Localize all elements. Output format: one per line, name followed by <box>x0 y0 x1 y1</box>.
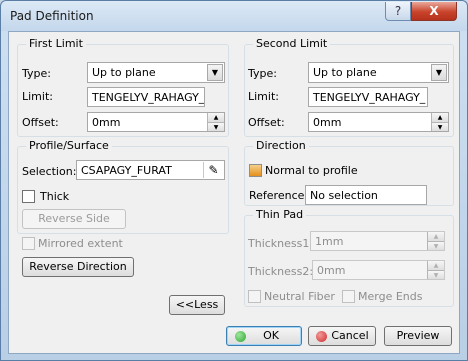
first-limit-field[interactable]: TENGELYV_RAHAGY_ <box>87 87 205 107</box>
thickness1-label: Thickness1 <box>248 237 310 250</box>
reverse-direction-button[interactable]: Reverse Direction <box>22 257 134 277</box>
cancel-label: Cancel <box>331 329 369 342</box>
chevron-down-icon[interactable]: ▼ <box>207 64 223 81</box>
thickness1-field[interactable]: 1mm ▲ ▼ <box>310 231 445 251</box>
direction-legend: Direction <box>253 139 309 152</box>
neutral-fiber-checkbox[interactable] <box>248 290 261 303</box>
cancel-icon <box>316 331 327 342</box>
second-limit-field[interactable]: TENGELYV_RAHAGY_ <box>308 87 428 107</box>
thick-label: Thick <box>40 190 70 203</box>
first-offset-field[interactable]: 0mm ▲ ▼ <box>87 112 225 132</box>
preview-button[interactable]: Preview <box>384 326 452 346</box>
reference-field[interactable]: No selection <box>305 185 427 205</box>
thickness2-spinner[interactable]: ▲ ▼ <box>427 261 444 279</box>
first-offset-label: Offset: <box>22 116 59 129</box>
selection-field[interactable]: CSAPAGY_FURAT ✎ <box>76 160 225 180</box>
thickness2-label: Thickness2: <box>248 265 314 278</box>
second-limit-legend: Second Limit <box>253 37 331 50</box>
less-button[interactable]: <<Less <box>169 295 225 315</box>
normal-to-profile-checkbox[interactable] <box>249 164 262 177</box>
dialog-body: First Limit Type: Up to plane ▼ Limit: T… <box>8 31 460 354</box>
mirrored-extent-label: Mirrored extent <box>38 237 123 250</box>
second-type-combo[interactable]: Up to plane ▼ <box>308 62 449 83</box>
ok-icon <box>235 331 246 342</box>
thin-pad-legend: Thin Pad <box>253 208 307 221</box>
thick-checkbox[interactable] <box>22 190 35 203</box>
neutral-fiber-label: Neutral Fiber <box>264 290 335 303</box>
cancel-button[interactable]: Cancel <box>308 326 376 346</box>
title-bar[interactable]: Pad Definition ? X <box>1 1 467 31</box>
chevron-down-icon[interactable]: ▼ <box>431 64 447 81</box>
profile-surface-legend: Profile/Surface <box>26 139 112 152</box>
ok-label: OK <box>263 329 279 342</box>
first-limit-label: Limit: <box>22 90 53 103</box>
pad-definition-window: Pad Definition ? X First Limit Type: Up … <box>0 0 468 361</box>
first-type-combo[interactable]: Up to plane ▼ <box>87 62 225 83</box>
close-button[interactable]: X <box>411 2 457 21</box>
ok-button[interactable]: OK <box>226 326 302 346</box>
second-limit-label: Limit: <box>248 90 279 103</box>
normal-to-profile-label: Normal to profile <box>265 164 358 177</box>
first-offset-value: 0mm <box>92 116 121 129</box>
first-type-value: Up to plane <box>92 66 156 79</box>
reference-value: No selection <box>310 189 378 202</box>
first-limit-value: TENGELYV_RAHAGY_ <box>92 91 205 104</box>
selection-value: CSAPAGY_FURAT <box>81 164 172 177</box>
sketch-edit-icon[interactable]: ✎ <box>203 162 223 178</box>
reverse-side-button[interactable]: Reverse Side <box>22 209 126 229</box>
first-limit-legend: First Limit <box>26 37 86 50</box>
merge-ends-checkbox[interactable] <box>342 290 355 303</box>
window-title: Pad Definition <box>10 9 94 23</box>
mirrored-extent-checkbox[interactable] <box>22 237 35 250</box>
reference-label: Reference: <box>249 189 309 202</box>
selection-label: Selection: <box>22 165 77 178</box>
merge-ends-label: Merge Ends <box>358 290 423 303</box>
second-type-value: Up to plane <box>313 66 377 79</box>
second-offset-field[interactable]: 0mm ▲ ▼ <box>308 112 449 132</box>
thickness2-value: 0mm <box>317 264 346 277</box>
help-button[interactable]: ? <box>385 2 411 21</box>
thickness1-value: 1mm <box>315 235 344 248</box>
first-offset-spinner[interactable]: ▲ ▼ <box>207 113 224 131</box>
second-limit-value: TENGELYV_RAHAGY_ <box>313 91 426 104</box>
first-type-label: Type: <box>22 67 51 80</box>
second-offset-value: 0mm <box>313 116 342 129</box>
second-offset-label: Offset: <box>248 116 285 129</box>
thickness2-field[interactable]: 0mm ▲ ▼ <box>312 260 445 280</box>
second-type-label: Type: <box>248 67 277 80</box>
second-offset-spinner[interactable]: ▲ ▼ <box>431 113 448 131</box>
thickness1-spinner[interactable]: ▲ ▼ <box>427 232 444 250</box>
